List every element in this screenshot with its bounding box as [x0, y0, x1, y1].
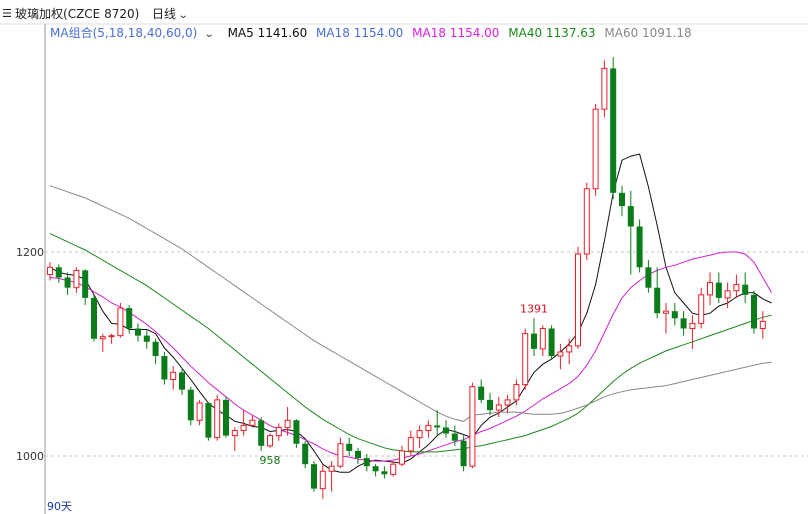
- candle-body-down: [205, 402, 212, 438]
- candle-body-up: [170, 371, 177, 380]
- candle-body-up: [469, 386, 476, 467]
- y-tick-label: 1200: [16, 246, 44, 259]
- candle-body-up: [73, 269, 80, 289]
- candle-body-down: [64, 277, 71, 288]
- candle-body-up: [724, 290, 731, 299]
- range-label: 90天: [47, 500, 72, 513]
- candle-body-down: [187, 389, 194, 421]
- candle-body-up: [117, 307, 124, 337]
- candle-body-up: [698, 294, 705, 324]
- candle-body-down: [627, 206, 634, 227]
- candle-body-up: [231, 430, 238, 437]
- candle-body-up: [592, 108, 599, 190]
- candle-body-up: [267, 435, 273, 447]
- candle-body-up: [108, 335, 115, 338]
- candle-body-down: [258, 420, 265, 446]
- candle-body-down: [135, 328, 141, 336]
- candle-body-down: [487, 399, 493, 411]
- candle-body-up: [416, 430, 423, 439]
- candle-body-down: [223, 399, 229, 436]
- candle-body-up: [47, 266, 53, 275]
- candle-body-down: [355, 450, 361, 459]
- candle-body-up: [539, 328, 546, 350]
- candle-body-down: [451, 433, 458, 441]
- candle-body-down: [126, 308, 133, 329]
- candle-body-down: [715, 282, 722, 298]
- candle-body-down: [381, 471, 388, 475]
- candle-body-up: [319, 470, 326, 490]
- candle-body-down: [531, 333, 537, 349]
- candle-body-down: [91, 297, 97, 339]
- candle-body-up: [495, 404, 502, 411]
- candle-body-up: [513, 384, 520, 401]
- candle-body-up: [566, 345, 573, 353]
- candle-body-down: [161, 356, 168, 380]
- candle-body-up: [707, 282, 713, 296]
- candle-body-up: [249, 419, 256, 426]
- candle-body-down: [179, 372, 185, 390]
- candle-body-up: [399, 450, 405, 465]
- candle-body-up: [759, 320, 766, 329]
- candle-body-down: [311, 464, 317, 489]
- candle-body-down: [548, 328, 555, 357]
- candle-body-up: [275, 426, 282, 437]
- candle-body-down: [680, 318, 687, 329]
- candle-body-down: [751, 294, 757, 329]
- candle-body-down: [636, 226, 643, 268]
- candle-body-down: [443, 427, 449, 434]
- candle-body-up: [601, 67, 608, 110]
- candle-body-up: [337, 443, 344, 467]
- candle-body-down: [293, 420, 300, 444]
- candle-body-down: [82, 270, 89, 298]
- candle-body-down: [671, 311, 678, 319]
- y-tick-label: 1000: [16, 450, 44, 463]
- price-annotation-high: 1391: [520, 302, 548, 315]
- ma-line-ma18: [49, 251, 773, 462]
- candle-body-down: [55, 267, 62, 278]
- candle-body-up: [407, 437, 414, 452]
- candle-body-up: [196, 402, 203, 421]
- candlestick-chart[interactable]: 1000 1200 1391 958 90天: [0, 0, 808, 514]
- candle-body-down: [610, 68, 617, 193]
- candle-body-down: [742, 284, 749, 295]
- candle-body-up: [733, 284, 740, 292]
- candle-body-up: [504, 399, 511, 406]
- candle-body-down: [346, 443, 353, 451]
- candle-body-down: [478, 386, 485, 400]
- candle-body-up: [689, 322, 696, 329]
- candle-body-up: [240, 424, 247, 431]
- candle-body-up: [99, 336, 106, 340]
- candle-body-up: [583, 188, 590, 255]
- ma-line-ma60: [49, 185, 772, 422]
- candle-body-up: [214, 399, 221, 439]
- candle-body-down: [143, 335, 150, 342]
- candle-body-up: [575, 253, 581, 347]
- candle-body-down: [654, 287, 661, 314]
- candle-body-up: [557, 351, 564, 357]
- candle-body-down: [152, 341, 159, 357]
- candle-body-up: [522, 333, 529, 386]
- candle-body-down: [363, 458, 370, 467]
- candle-body-up: [390, 463, 397, 475]
- candle-body-down: [645, 267, 652, 288]
- candle-body-up: [284, 419, 291, 428]
- candle-body-down: [302, 443, 309, 465]
- candle-body-down: [460, 440, 467, 467]
- candle-body-up: [328, 465, 335, 472]
- candle-body-down: [619, 192, 625, 207]
- candle-body-up: [663, 310, 669, 314]
- price-annotation-low: 958: [260, 454, 281, 467]
- candle-body-up: [425, 424, 432, 431]
- candle-body-down: [434, 425, 441, 428]
- candle-body-down: [372, 466, 379, 472]
